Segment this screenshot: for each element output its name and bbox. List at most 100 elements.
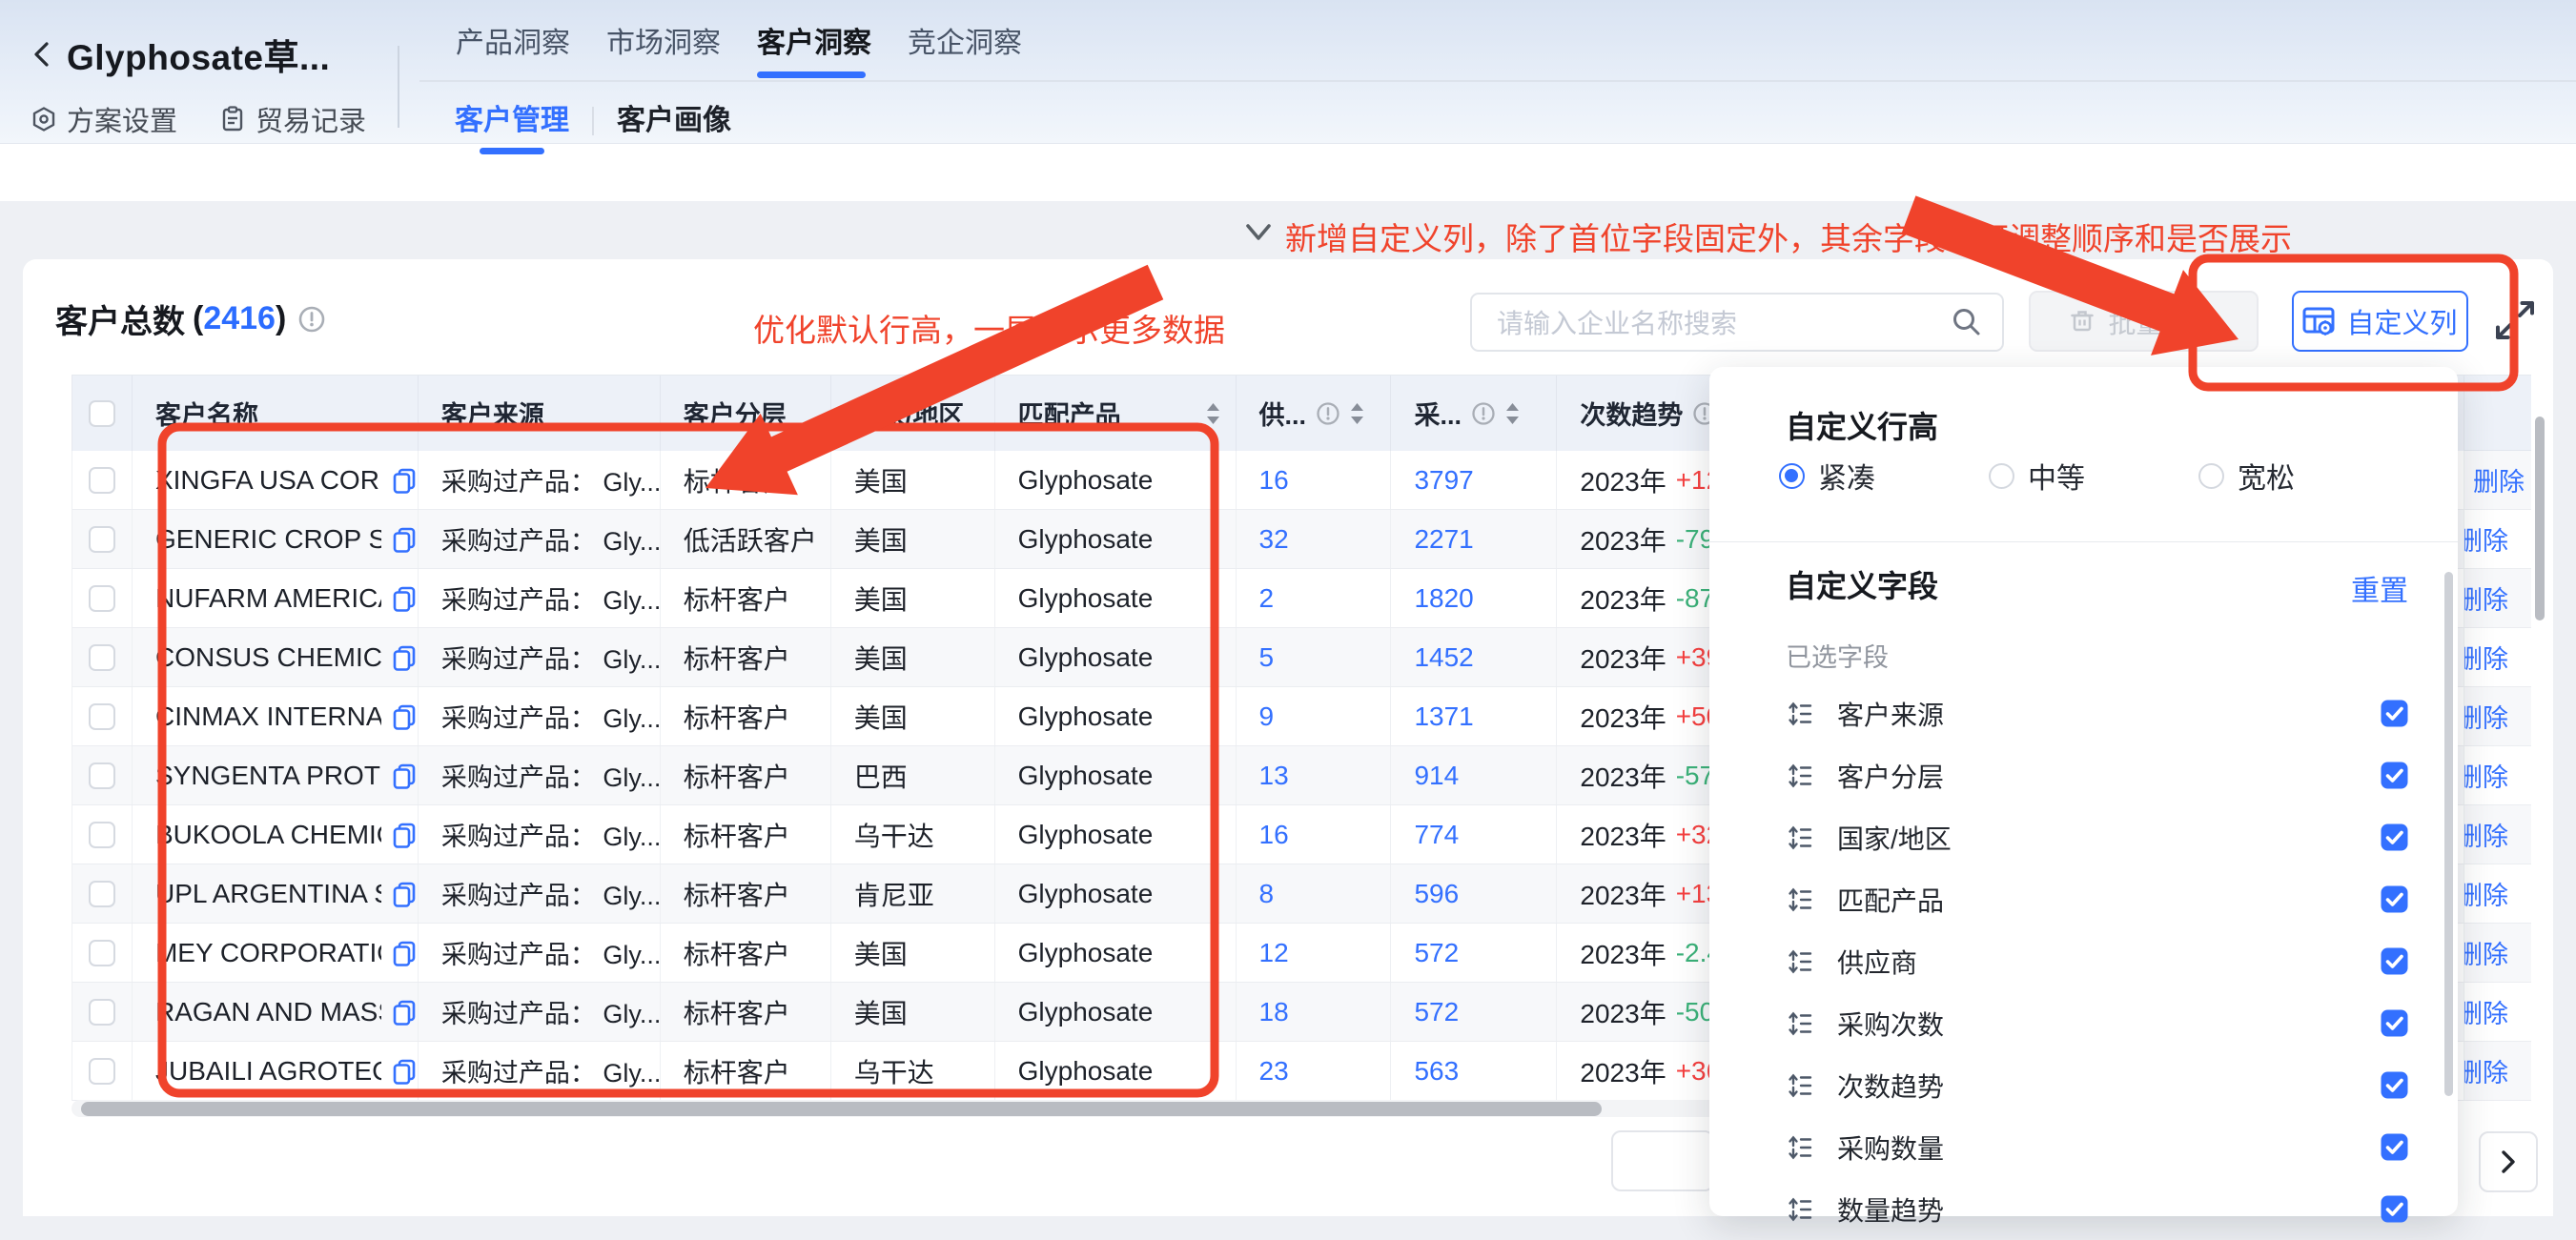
pagination-control-partial[interactable] (1611, 1130, 1714, 1191)
suppliers-count[interactable]: 16 (1259, 465, 1289, 496)
col-suppliers[interactable]: 供... (1237, 376, 1392, 451)
purchase-count[interactable]: 2271 (1414, 524, 1473, 555)
col-matched-product[interactable]: 匹配产品 (995, 376, 1237, 451)
copy-icon[interactable] (391, 644, 418, 671)
row-checkbox[interactable] (89, 526, 115, 553)
delete-link-cell[interactable]: 删除 (2464, 805, 2531, 864)
field-item[interactable]: 国家/地区 (1786, 806, 2415, 868)
field-checkbox[interactable] (2381, 947, 2408, 975)
subtab-customer-management[interactable]: 客户管理 (455, 101, 569, 141)
radio-icon[interactable] (1989, 463, 2014, 489)
delete-link[interactable]: 删除 (2464, 461, 2525, 498)
drag-handle-icon[interactable] (1786, 1072, 1812, 1099)
delete-link[interactable]: 删除 (2464, 875, 2508, 912)
info-icon[interactable] (1471, 401, 1496, 426)
reset-link[interactable]: 重置 (2351, 567, 2408, 609)
field-item[interactable]: 采购次数 (1786, 992, 2415, 1054)
delete-link-cell[interactable]: 删除 (2464, 983, 2531, 1042)
select-all-checkbox[interactable] (89, 400, 115, 427)
delete-link-cell[interactable]: 删除 (2464, 569, 2531, 628)
col-country[interactable]: 国家/地区 (831, 376, 995, 451)
drag-handle-icon[interactable] (1786, 886, 1812, 913)
customer-name[interactable]: MEY CORPORATION (155, 938, 381, 968)
copy-icon[interactable] (391, 881, 418, 907)
delete-link-cell[interactable]: 删除 (2464, 864, 2531, 924)
purchase-count[interactable]: 1820 (1414, 583, 1473, 614)
copy-icon[interactable] (391, 467, 418, 494)
batch-delete-button[interactable]: 批量删除 (2029, 291, 2259, 352)
fullscreen-icon[interactable] (2494, 299, 2536, 341)
col-purchase-count[interactable]: 采... (1391, 376, 1557, 451)
delete-link[interactable]: 删除 (2464, 816, 2508, 853)
delete-link[interactable]: 删除 (2464, 1052, 2508, 1089)
customer-name[interactable]: CINMAX INTERNATIO (155, 701, 381, 732)
row-checkbox[interactable] (89, 703, 115, 730)
sort-icon[interactable] (1350, 402, 1364, 425)
purchase-count[interactable]: 563 (1414, 1056, 1459, 1087)
drag-handle-icon[interactable] (1786, 824, 1812, 851)
drag-handle-icon[interactable] (1786, 1134, 1812, 1161)
custom-columns-button[interactable]: 自定义列 (2292, 291, 2468, 352)
row-checkbox[interactable] (89, 940, 115, 966)
copy-icon[interactable] (391, 822, 418, 848)
delete-link[interactable]: 删除 (2464, 639, 2508, 676)
row-checkbox[interactable] (89, 762, 115, 789)
customer-name[interactable]: JUBAILI AGROTEC LI (155, 1056, 381, 1087)
plan-settings-link[interactable]: 方案设置 (31, 99, 177, 139)
field-item[interactable]: 供应商 (1786, 930, 2415, 992)
customer-name[interactable]: RAGAN AND MASSE (155, 997, 381, 1027)
delete-link[interactable]: 删除 (2464, 757, 2508, 794)
tab-competitor-insight[interactable]: 竞企洞察 (908, 23, 1022, 65)
row-checkbox[interactable] (89, 881, 115, 907)
field-item[interactable]: 客户来源 (1786, 682, 2415, 744)
horizontal-scrollbar-thumb[interactable] (81, 1102, 1602, 1116)
vertical-scrollbar-thumb[interactable] (2535, 417, 2545, 620)
field-checkbox[interactable] (2381, 762, 2408, 789)
suppliers-count[interactable]: 9 (1259, 701, 1275, 732)
copy-icon[interactable] (391, 526, 418, 553)
col-customer-tier[interactable]: 客户分层 (661, 376, 831, 451)
subtab-customer-profile[interactable]: 客户画像 (617, 101, 731, 141)
delete-link[interactable]: 删除 (2464, 993, 2508, 1030)
purchase-count[interactable]: 572 (1414, 997, 1459, 1027)
delete-link-cell[interactable]: 删除 (2464, 687, 2531, 746)
suppliers-count[interactable]: 2 (1259, 583, 1275, 614)
drag-handle-icon[interactable] (1786, 701, 1812, 727)
customer-name[interactable]: GENERIC CROP SCI (155, 524, 381, 555)
customer-name[interactable]: UPL ARGENTINA S. (155, 879, 381, 909)
copy-icon[interactable] (391, 1058, 418, 1085)
suppliers-count[interactable]: 16 (1259, 820, 1289, 850)
search-icon[interactable] (1951, 306, 1983, 338)
row-checkbox[interactable] (89, 999, 115, 1026)
purchase-count[interactable]: 774 (1414, 820, 1459, 850)
delete-link-cell[interactable]: 删除 (2464, 1042, 2531, 1101)
panel-scrollbar-thumb[interactable] (2444, 572, 2453, 1096)
field-item[interactable]: 数量趋势 (1786, 1178, 2415, 1240)
purchase-count[interactable]: 3797 (1414, 465, 1473, 496)
back-icon[interactable] (29, 40, 57, 69)
suppliers-count[interactable]: 18 (1259, 997, 1289, 1027)
copy-icon[interactable] (391, 703, 418, 730)
suppliers-count[interactable]: 32 (1259, 524, 1289, 555)
copy-icon[interactable] (391, 585, 418, 612)
field-checkbox[interactable] (2381, 700, 2408, 727)
radio-icon[interactable] (2198, 463, 2224, 489)
radio-icon[interactable] (1779, 463, 1805, 489)
field-checkbox[interactable] (2381, 1195, 2408, 1223)
suppliers-count[interactable]: 23 (1259, 1056, 1289, 1087)
suppliers-count[interactable]: 8 (1259, 879, 1275, 909)
customer-name[interactable]: SYNGENTA PROTEC (155, 761, 381, 791)
purchase-count[interactable]: 572 (1414, 938, 1459, 968)
col-customer-name[interactable]: 客户名称 (133, 376, 419, 451)
row-checkbox[interactable] (89, 644, 115, 671)
delete-link-cell[interactable]: 删除 (2464, 510, 2531, 569)
field-checkbox[interactable] (2381, 885, 2408, 913)
purchase-count[interactable]: 596 (1414, 879, 1459, 909)
customer-name[interactable]: XINGFA USA CORPO (155, 465, 381, 496)
suppliers-count[interactable]: 13 (1259, 761, 1289, 791)
collapse-chevron-icon[interactable] (1242, 221, 1275, 244)
field-item[interactable]: 匹配产品 (1786, 868, 2415, 930)
copy-icon[interactable] (391, 762, 418, 789)
purchase-count[interactable]: 914 (1414, 761, 1459, 791)
row-checkbox[interactable] (89, 467, 115, 494)
